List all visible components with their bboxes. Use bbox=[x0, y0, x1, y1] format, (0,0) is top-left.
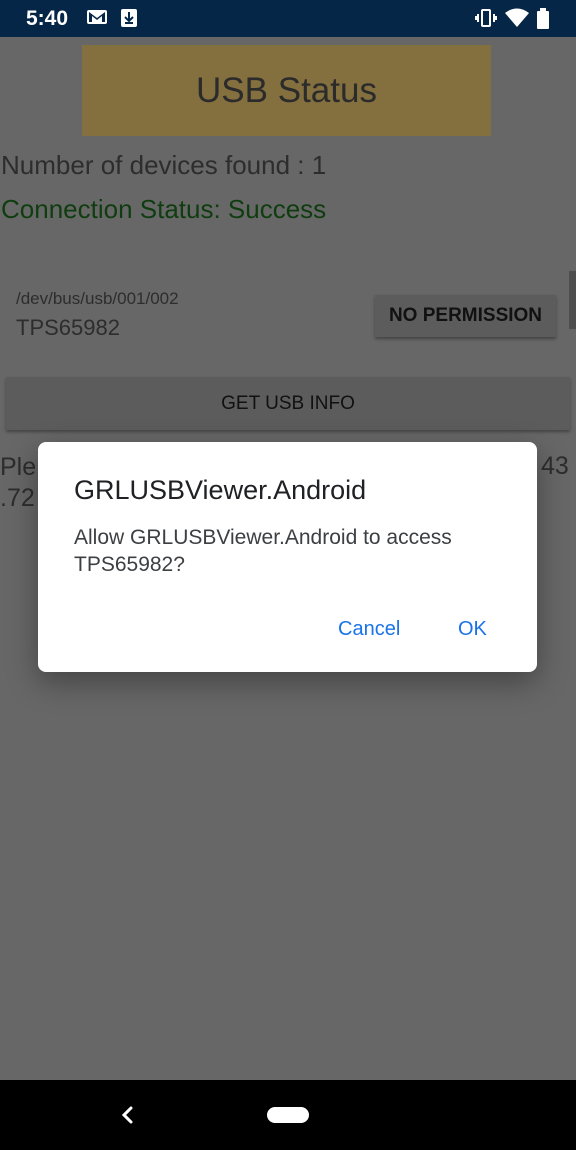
device-path: /dev/bus/usb/001/002 bbox=[16, 289, 179, 308]
info-message-line2: .72 bbox=[0, 484, 35, 512]
no-permission-button[interactable]: NO PERMISSION bbox=[375, 295, 556, 337]
scrollbar[interactable] bbox=[569, 271, 576, 329]
info-message-right: 43 bbox=[541, 452, 569, 480]
connection-status-text: Connection Status: Success bbox=[1, 194, 327, 224]
info-message-line1: Ple bbox=[0, 453, 37, 481]
battery-icon bbox=[536, 8, 550, 35]
get-usb-info-button[interactable]: GET USB INFO bbox=[6, 377, 570, 430]
device-name: TPS65982 bbox=[16, 315, 120, 340]
download-icon bbox=[120, 8, 138, 33]
permission-dialog: GRLUSBViewer.Android Allow GRLUSBViewer.… bbox=[38, 442, 537, 672]
info-message: Ple .72 bbox=[0, 452, 36, 514]
navigation-bar bbox=[0, 1080, 576, 1150]
page-title: USB Status bbox=[82, 45, 491, 136]
device-count-text: Number of devices found : 1 bbox=[1, 150, 327, 180]
ok-button[interactable]: OK bbox=[458, 618, 487, 641]
clock: 5:40 bbox=[26, 7, 69, 30]
back-icon[interactable] bbox=[119, 1102, 135, 1133]
status-bar: 5:40 bbox=[0, 0, 576, 37]
wifi-icon bbox=[505, 8, 529, 33]
vibrate-icon bbox=[475, 8, 497, 33]
cancel-button[interactable]: Cancel bbox=[338, 618, 400, 641]
gmail-icon bbox=[86, 8, 108, 31]
dialog-title: GRLUSBViewer.Android bbox=[74, 475, 367, 505]
home-pill-icon[interactable] bbox=[267, 1107, 309, 1123]
dialog-message: Allow GRLUSBViewer.Android to access TPS… bbox=[74, 526, 452, 576]
